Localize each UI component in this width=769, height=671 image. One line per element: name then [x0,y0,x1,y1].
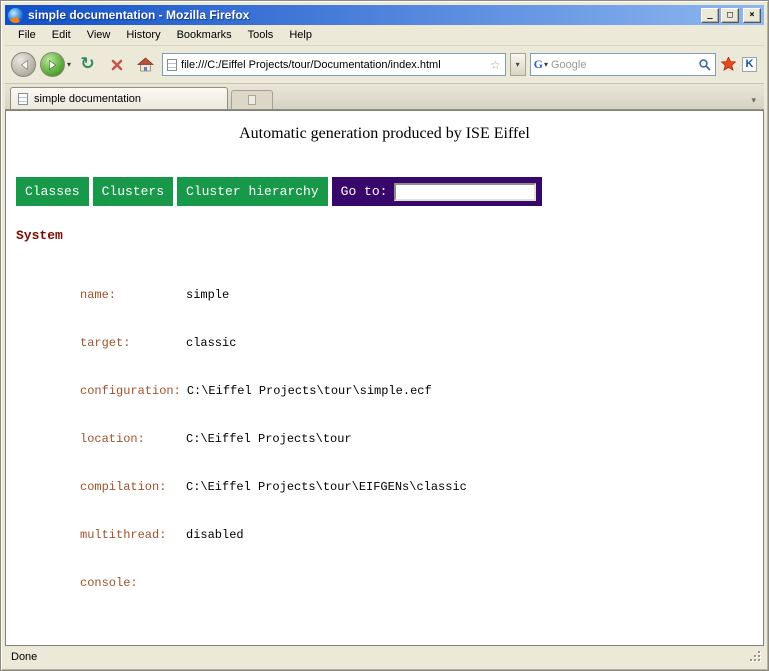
starburst-icon [721,57,736,72]
entry-key: configuration: [80,383,181,399]
doc-nav-top: Classes Clusters Cluster hierarchy Go to… [16,177,542,206]
menu-bar: File Edit View History Bookmarks Tools H… [5,25,764,46]
tab-stub-icon [248,95,256,105]
tab-list-dropdown-icon[interactable]: ▾ [751,95,759,109]
entry-value: C:\Eiffel Projects\tour\EIFGENs\classic [186,480,467,494]
entry-key: location: [80,431,180,447]
addon-icon-1[interactable] [720,56,737,73]
navigation-toolbar: ▾ ↻ ☆ ▾ G ▾ [5,46,764,84]
page-favicon [167,59,177,71]
menu-bookmarks[interactable]: Bookmarks [170,27,239,43]
system-heading: System [16,228,755,243]
browser-window: simple documentation - Mozilla Firefox _… [0,0,769,671]
entry-key: target: [80,335,180,351]
back-arrow-icon [18,59,30,71]
google-engine-icon[interactable]: G [534,57,543,72]
firefox-icon [8,8,23,23]
eiffel-doc-page: Automatic generation produced by ISE Eif… [6,111,763,646]
cluster-hierarchy-button[interactable]: Cluster hierarchy [177,177,328,206]
home-button[interactable] [133,52,158,77]
menu-history[interactable]: History [119,27,167,43]
home-icon [137,57,154,72]
menu-tools[interactable]: Tools [241,27,281,43]
system-entry: configuration: C:\Eiffel Projects\tour\si… [80,383,755,399]
reload-button[interactable]: ↻ [75,52,100,77]
menu-view[interactable]: View [80,27,118,43]
resize-grip[interactable] [750,651,762,666]
entry-value: C:\Eiffel Projects\tour\simple.ecf [187,384,432,398]
search-input[interactable] [551,59,693,71]
entry-key: compilation: [80,479,180,495]
status-text: Done [11,651,37,663]
menu-edit[interactable]: Edit [45,27,78,43]
menu-help[interactable]: Help [282,27,319,43]
tab-page-icon [18,93,28,105]
tab-simple-documentation[interactable]: simple documentation [10,87,228,109]
entry-value: classic [186,336,236,350]
system-entry: name: simple [80,287,755,303]
tab-bar: simple documentation ▾ [5,84,764,110]
bookmark-star-icon[interactable]: ☆ [490,58,501,72]
window-controls: _ □ × [701,8,761,23]
back-button[interactable] [11,52,36,77]
classes-button[interactable]: Classes [16,177,89,206]
close-button[interactable]: × [743,8,761,23]
system-entry: console: [80,575,755,591]
system-entry: multithread: disabled [80,527,755,543]
system-entry: target: classic [80,335,755,351]
goto-label: Go to: [341,184,388,199]
address-bar[interactable]: ☆ [162,53,506,76]
entry-key: multithread: [80,527,180,543]
address-dropdown-button[interactable]: ▾ [510,53,526,76]
maximize-button[interactable]: □ [721,8,739,23]
goto-box: Go to: [332,177,543,206]
page-title: Automatic generation produced by ISE Eif… [14,125,755,143]
address-input[interactable] [181,59,486,71]
entry-value: simple [186,288,229,302]
search-go-button[interactable] [696,57,712,73]
status-bar: Done [5,646,764,666]
forward-arrow-icon [47,59,59,71]
titlebar[interactable]: simple documentation - Mozilla Firefox _… [5,5,764,25]
forward-button[interactable] [40,52,65,77]
search-icon [698,58,711,71]
history-dropdown-icon[interactable]: ▾ [67,60,71,69]
addon-icon-2[interactable]: K [741,56,758,73]
menu-file[interactable]: File [11,27,43,43]
window-title: simple documentation - Mozilla Firefox [28,8,696,22]
entry-key: console: [80,575,180,591]
clusters-button[interactable]: Clusters [93,177,173,206]
reload-icon: ↻ [80,56,94,73]
system-entries: name: simple target: classic configuration… [80,255,755,623]
stop-icon [110,58,124,72]
search-box[interactable]: G ▾ [530,53,716,76]
k-logo-icon: K [742,57,757,72]
browser-content: Automatic generation produced by ISE Eif… [5,110,764,646]
entry-value: C:\Eiffel Projects\tour [186,432,352,446]
tab-label: simple documentation [34,93,141,105]
goto-input[interactable] [394,183,536,201]
entry-key: name: [80,287,180,303]
new-tab-stub[interactable] [231,90,273,109]
minimize-button[interactable]: _ [701,8,719,23]
entry-value: disabled [186,528,244,542]
system-entry: location: C:\Eiffel Projects\tour [80,431,755,447]
stop-button[interactable] [104,52,129,77]
engine-dropdown-icon[interactable]: ▾ [544,60,548,69]
system-entry: compilation: C:\Eiffel Projects\tour\EIFG… [80,479,755,495]
